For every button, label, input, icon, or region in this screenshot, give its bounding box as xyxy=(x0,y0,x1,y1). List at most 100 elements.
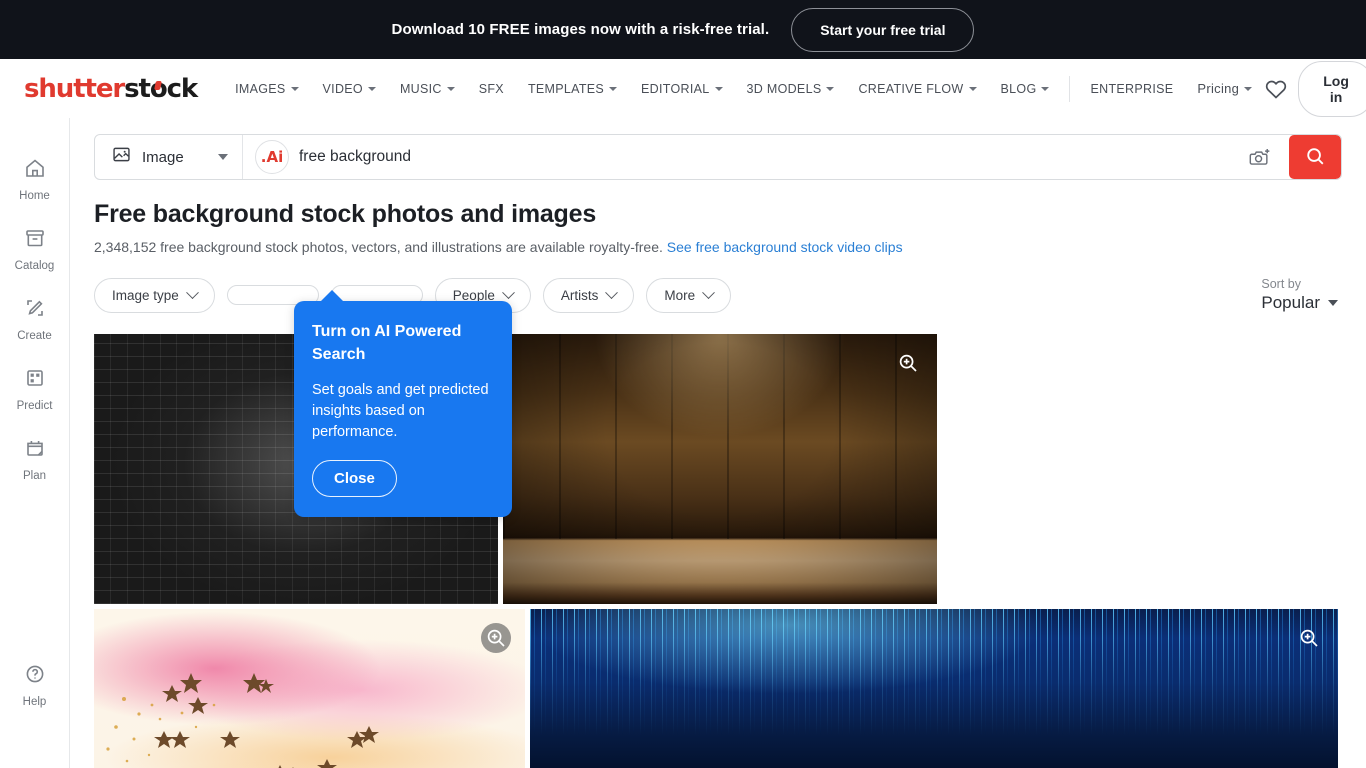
nav-item-sfx[interactable]: SFX xyxy=(467,74,516,104)
chevron-down-icon xyxy=(1244,86,1253,91)
nav-item-creative-flow[interactable]: CREATIVE FLOW xyxy=(846,74,988,104)
chevron-down-icon xyxy=(1041,86,1050,91)
help-circle-icon xyxy=(23,662,47,691)
image-results-grid xyxy=(70,313,1366,768)
camera-plus-icon[interactable] xyxy=(1232,135,1289,179)
sidebar-item-create[interactable]: Create xyxy=(0,284,69,354)
page-body: Home Catalog Create Predict Plan Help Im… xyxy=(0,118,1366,768)
search-bar: Image .Ai xyxy=(94,134,1342,180)
sidebar-item-predict[interactable]: Predict xyxy=(0,354,69,424)
nav-item-video[interactable]: VIDEO xyxy=(311,74,388,104)
thumbnail-dark-wood-table xyxy=(503,334,937,604)
shutterstock-logo[interactable]: shutterstock xyxy=(24,73,199,104)
chevron-down-icon xyxy=(702,285,715,299)
logo-text-ck: ck xyxy=(166,73,199,104)
magnifier-plus-icon[interactable] xyxy=(893,348,923,378)
chevron-down-icon xyxy=(367,86,376,91)
nav-item-music[interactable]: MUSIC xyxy=(388,74,467,104)
coach-mark-close-button[interactable]: Close xyxy=(312,460,397,498)
primary-nav: IMAGES VIDEO MUSIC SFX TEMPLATES EDITORI… xyxy=(223,73,1264,104)
chevron-down-icon xyxy=(609,86,618,91)
coach-mark-title: Turn on AI Powered Search xyxy=(312,323,462,363)
thumbnail-blue-vertical-streaks xyxy=(530,609,1338,768)
filter-pill-image-type[interactable]: Image type xyxy=(94,277,215,313)
sidebar-item-label: Help xyxy=(22,696,47,708)
thumbnail-pink-gold-watercolor xyxy=(94,609,525,768)
filter-pill-label: More xyxy=(664,287,696,303)
nav-label: IMAGES xyxy=(235,81,286,96)
left-sidebar: Home Catalog Create Predict Plan Help xyxy=(0,118,70,768)
nav-item-images[interactable]: IMAGES xyxy=(223,74,310,104)
sort-selected-value: Popular xyxy=(1261,293,1320,312)
asset-type-select[interactable]: Image xyxy=(95,135,243,179)
header-actions: Log in Free t xyxy=(1264,60,1366,117)
asset-type-label: Image xyxy=(142,148,184,166)
sidebar-item-home[interactable]: Home xyxy=(0,144,69,214)
sidebar-item-label: Catalog xyxy=(14,260,55,272)
nav-divider xyxy=(1069,75,1071,102)
chevron-down-icon xyxy=(826,86,835,91)
start-free-trial-button[interactable]: Start your free trial xyxy=(791,7,975,52)
chevron-down-icon xyxy=(714,86,723,91)
predict-grid-icon xyxy=(23,366,47,395)
filters-row: Image type People Artists More Sort by P… xyxy=(70,255,1366,313)
filter-pill-label: Artists xyxy=(560,287,599,303)
nav-label: BLOG xyxy=(1000,81,1037,96)
ai-search-toggle[interactable]: .Ai xyxy=(255,140,289,174)
catalog-icon xyxy=(23,226,47,255)
video-clips-link[interactable]: See free background stock video clips xyxy=(667,239,903,255)
image-icon xyxy=(111,144,132,170)
chevron-down-icon xyxy=(1328,300,1338,306)
search-input[interactable] xyxy=(299,135,1232,179)
nav-label: 3D MODELS xyxy=(746,81,822,96)
filter-pill-more[interactable]: More xyxy=(646,277,732,313)
login-button[interactable]: Log in xyxy=(1298,60,1366,117)
promo-banner: Download 10 FREE images now with a risk-… xyxy=(0,0,1366,59)
heart-icon[interactable] xyxy=(1264,77,1288,101)
nav-item-blog[interactable]: BLOG xyxy=(989,74,1062,104)
ai-search-coach-mark: Turn on AI Powered Search Set goals and … xyxy=(294,289,512,518)
filter-pill-label: Image type xyxy=(112,287,179,303)
sidebar-item-label: Predict xyxy=(16,400,53,412)
nav-label: SFX xyxy=(478,81,504,96)
nav-label: MUSIC xyxy=(399,81,442,96)
logo-text-shutter: shutter xyxy=(24,73,125,104)
search-submit-button[interactable] xyxy=(1289,135,1341,179)
sidebar-item-catalog[interactable]: Catalog xyxy=(0,214,69,284)
promo-banner-text: Download 10 FREE images now with a risk-… xyxy=(391,21,770,38)
result-tile-dark-wood-table-background[interactable] xyxy=(503,334,937,604)
sidebar-item-label: Home xyxy=(19,190,50,202)
nav-item-templates[interactable]: TEMPLATES xyxy=(516,74,629,104)
nav-item-pricing[interactable]: Pricing xyxy=(1185,73,1264,104)
sidebar-item-plan[interactable]: Plan xyxy=(0,424,69,494)
magnifier-plus-icon[interactable] xyxy=(1294,623,1324,653)
nav-item-editorial[interactable]: EDITORIAL xyxy=(629,74,734,104)
nav-item-enterprise[interactable]: ENTERPRISE xyxy=(1078,74,1185,104)
sort-select[interactable]: Popular xyxy=(1261,293,1338,313)
logo-o-comma: o xyxy=(149,73,168,104)
coach-mark-body: Set goals and get predicted insights bas… xyxy=(312,382,489,440)
home-icon xyxy=(23,156,47,185)
sidebar-item-label: Create xyxy=(17,330,52,342)
magnifier-plus-icon[interactable] xyxy=(481,623,511,653)
chevron-down-icon xyxy=(218,154,228,160)
sidebar-item-label: Plan xyxy=(22,470,47,482)
logo-text-st: st xyxy=(124,73,151,104)
page-title: Free background stock photos and images xyxy=(94,200,597,228)
nav-label: VIDEO xyxy=(322,81,363,96)
chevron-down-icon xyxy=(185,285,199,299)
chevron-down-icon xyxy=(446,86,455,91)
chevron-down-icon xyxy=(968,86,977,91)
nav-item-3d-models[interactable]: 3D MODELS xyxy=(735,74,847,104)
sidebar-item-help[interactable]: Help xyxy=(0,650,69,720)
search-row: Image .Ai xyxy=(70,118,1366,180)
nav-label: Pricing xyxy=(1197,81,1240,96)
search-icon xyxy=(1304,145,1326,170)
result-tile-pink-gold-watercolor-stars-background[interactable] xyxy=(94,609,525,768)
result-tile-blue-vertical-streaks-background[interactable] xyxy=(530,609,1338,768)
nav-label: TEMPLATES xyxy=(527,81,605,96)
site-header: shutterstock IMAGES VIDEO MUSIC SFX TEMP… xyxy=(0,59,1366,118)
plan-calendar-icon xyxy=(23,436,47,465)
sort-control: Sort by Popular xyxy=(1261,277,1342,313)
filter-pill-artists[interactable]: Artists xyxy=(542,277,635,313)
